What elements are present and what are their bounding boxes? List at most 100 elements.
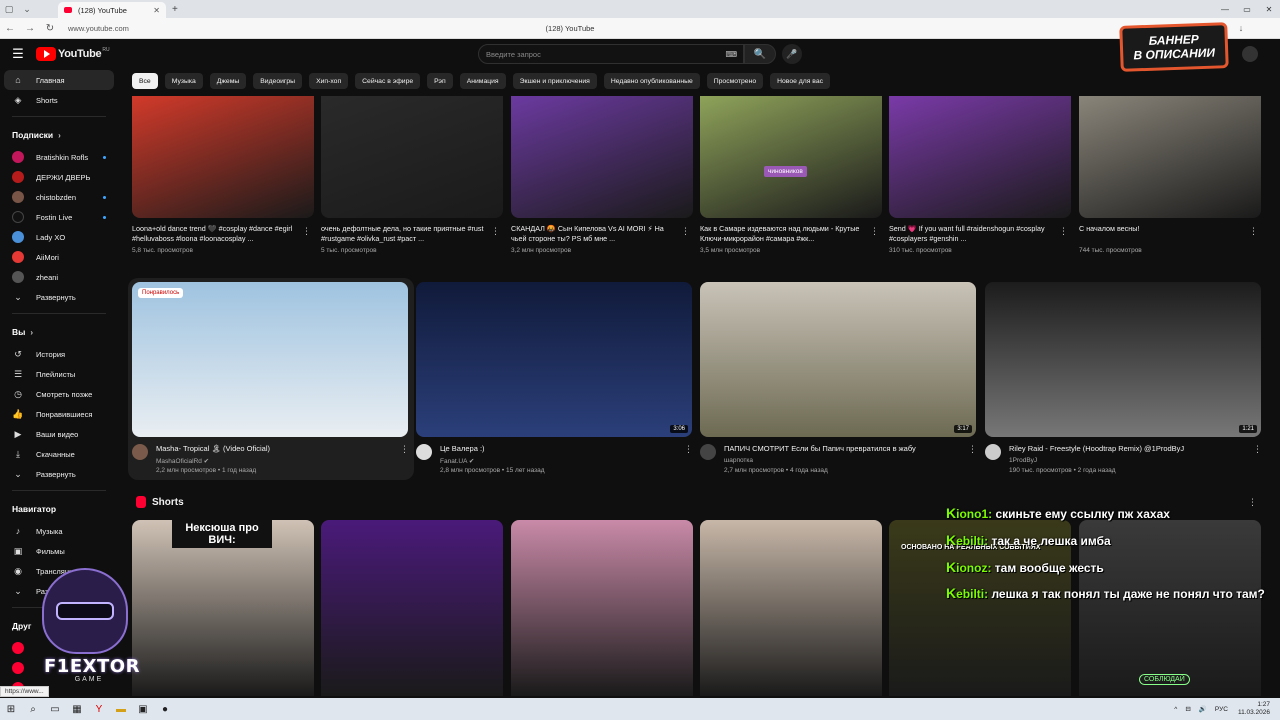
more-actions-icon[interactable]: ⋮	[1249, 226, 1258, 237]
channel-avatar[interactable]	[132, 444, 148, 460]
minimize-icon[interactable]: —	[1214, 5, 1236, 14]
filter-chip[interactable]: Анимация	[459, 73, 506, 89]
task-view-icon[interactable]: ▭	[44, 704, 66, 715]
volume-icon[interactable]: 🔊	[1199, 705, 1207, 713]
you-heading[interactable]: Вы ›	[0, 320, 118, 344]
back-icon[interactable]: ←	[0, 23, 20, 34]
sidebar-item-home[interactable]: ⌂ Главная	[4, 70, 114, 90]
channel-name[interactable]: 1ProdByJ	[1009, 457, 1037, 464]
keyboard-icon[interactable]: ⌨	[725, 50, 737, 59]
channel-name[interactable]: Fanat.UA ✔	[440, 457, 474, 465]
sidebar-expand-you[interactable]: ⌄ Развернуть	[0, 464, 118, 484]
app-icon[interactable]: ▣	[132, 704, 154, 715]
sidebar-item-watch-later[interactable]: ◷ Смотреть позже	[0, 384, 118, 404]
sidebar-sub-item[interactable]: chistobzden	[0, 187, 118, 207]
filter-chip[interactable]: Недавно опубликованные	[603, 73, 700, 89]
sidebar-sub-item[interactable]: Lady XO	[0, 227, 118, 247]
start-icon[interactable]: ⊞	[0, 704, 22, 715]
filter-chip[interactable]: Просмотрено	[706, 73, 764, 89]
sidebar-item-shorts[interactable]: ◈ Shorts	[0, 90, 118, 110]
short-thumbnail[interactable]: Нексюша про ВИЧ:	[132, 520, 314, 696]
video-thumbnail[interactable]	[889, 96, 1071, 218]
sidebar-item-music[interactable]: ♪ Музыка	[0, 521, 118, 541]
video-title[interactable]: Masha- Tropical 🏝 (Video Oficial)	[156, 444, 386, 454]
video-title[interactable]: Send 💗 If you want full #raidenshogun #c…	[889, 224, 1054, 244]
video-thumbnail[interactable]: 3:06	[416, 282, 692, 437]
sidebar-sub-item[interactable]: AiiMori	[0, 247, 118, 267]
channel-avatar[interactable]	[985, 444, 1001, 460]
more-actions-icon[interactable]: ⋮	[400, 444, 409, 455]
filter-chip[interactable]: Хип-хоп	[309, 73, 349, 89]
video-thumbnail[interactable]: 1:21	[985, 282, 1261, 437]
filter-chip[interactable]: Музыка	[164, 73, 203, 89]
filter-chip[interactable]: Экшен и приключения	[512, 73, 597, 89]
channel-avatar[interactable]	[416, 444, 432, 460]
close-window-icon[interactable]: ✕	[1258, 5, 1280, 14]
video-thumbnail[interactable]: 3:17	[700, 282, 976, 437]
video-title[interactable]: очень дефолтные дела, но такие приятные …	[321, 224, 486, 244]
tab-list-icon[interactable]: ⌄	[18, 0, 36, 18]
sidebar-item-playlists[interactable]: ☰ Плейлисты	[0, 364, 118, 384]
search-button[interactable]: 🔍	[744, 44, 776, 64]
more-actions-icon[interactable]: ⋮	[302, 226, 311, 237]
filter-chip[interactable]: Все	[132, 73, 158, 89]
sidebar-item-history[interactable]: ↺ История	[0, 344, 118, 364]
reload-icon[interactable]: ↻	[40, 23, 60, 34]
filter-chip[interactable]: Видеоигры	[253, 73, 303, 89]
filter-chip[interactable]: Сейчас в эфире	[355, 73, 421, 89]
calculator-icon[interactable]: ▦	[66, 704, 88, 715]
search-input[interactable]: Введите запрос ⌨	[478, 44, 744, 64]
video-thumbnail[interactable]	[1079, 96, 1261, 218]
obs-icon[interactable]: ●	[154, 704, 176, 715]
youtube-logo[interactable]: YouTube RU	[36, 47, 110, 61]
video-thumbnail[interactable]: Понравилось	[132, 282, 408, 437]
voice-search-button[interactable]: 🎤	[782, 44, 802, 64]
video-title[interactable]: Loona+old dance trend 🖤 #cosplay #dance …	[132, 224, 297, 244]
video-title[interactable]: Как в Самаре издеваются над людьми - Кру…	[700, 224, 865, 244]
short-thumbnail[interactable]	[511, 520, 693, 696]
video-thumbnail[interactable]	[132, 96, 314, 218]
channel-avatar[interactable]	[700, 444, 716, 460]
sidebar-sub-item[interactable]: Fostin Live	[0, 207, 118, 227]
sidebar-sub-item[interactable]: ДЕРЖИ ДВЕРЬ	[0, 167, 118, 187]
menu-icon[interactable]: ☰	[0, 46, 36, 62]
more-actions-icon[interactable]: ⋮	[968, 444, 977, 455]
channel-name[interactable]: MashaOficialRd ✔	[156, 457, 209, 465]
filter-chip[interactable]: Новое для вас	[770, 73, 830, 89]
video-thumbnail[interactable]	[321, 96, 503, 218]
clock[interactable]: 1:27 11.03.2026	[1238, 701, 1270, 717]
file-explorer-icon[interactable]: ▬	[110, 704, 132, 715]
sidebar-item-liked[interactable]: 👍 Понравившиеся	[0, 404, 118, 424]
search-icon[interactable]: ⌕	[22, 704, 44, 715]
language-indicator[interactable]: РУС	[1215, 706, 1228, 713]
video-title[interactable]: ПАПИЧ СМОТРИТ Если бы Папич превратился …	[724, 444, 954, 454]
short-thumbnail[interactable]	[700, 520, 882, 696]
yandex-browser-icon[interactable]: Y	[88, 704, 110, 715]
browser-tab[interactable]: (128) YouTube ✕	[58, 2, 166, 18]
maximize-icon[interactable]: ▭	[1236, 5, 1258, 14]
more-actions-icon[interactable]: ⋮	[681, 226, 690, 237]
url-field[interactable]: www.youtube.com	[68, 24, 448, 33]
short-thumbnail[interactable]	[321, 520, 503, 696]
more-actions-icon[interactable]: ⋮	[684, 444, 693, 455]
sidebar-sub-item[interactable]: Bratishkin Rofls	[0, 147, 118, 167]
more-actions-icon[interactable]: ⋮	[491, 226, 500, 237]
close-tab-icon[interactable]: ✕	[153, 6, 160, 15]
sidebar-sub-item[interactable]: zheani	[0, 267, 118, 287]
network-icon[interactable]: ⊟	[1185, 705, 1190, 713]
video-title[interactable]: Riley Raid - Freestyle (Hoodtrap Remix) …	[1009, 444, 1239, 454]
more-actions-icon[interactable]: ⋮	[870, 226, 879, 237]
new-tab-button[interactable]: +	[172, 4, 178, 15]
channel-name[interactable]: шарпотка	[724, 457, 753, 464]
sidebar-item-your-videos[interactable]: ▶ Ваши видео	[0, 424, 118, 444]
sidebar-item-downloads[interactable]: ⤓ Скачанные	[0, 444, 118, 464]
more-actions-icon[interactable]: ⋮	[1253, 444, 1262, 455]
filter-chip[interactable]: Джемы	[209, 73, 247, 89]
tray-chevron-icon[interactable]: ^	[1174, 706, 1177, 713]
video-title[interactable]: СКАНДАЛ 🤬 Сын Кипелова Vs AI MORI ⚡ На ч…	[511, 224, 676, 244]
window-menu-icon[interactable]: ▢	[0, 0, 18, 18]
account-avatar[interactable]	[1242, 46, 1258, 62]
filter-chip[interactable]: Рэп	[427, 73, 453, 89]
more-actions-icon[interactable]: ⋮	[1059, 226, 1068, 237]
subscriptions-heading[interactable]: Подписки ›	[0, 123, 118, 147]
